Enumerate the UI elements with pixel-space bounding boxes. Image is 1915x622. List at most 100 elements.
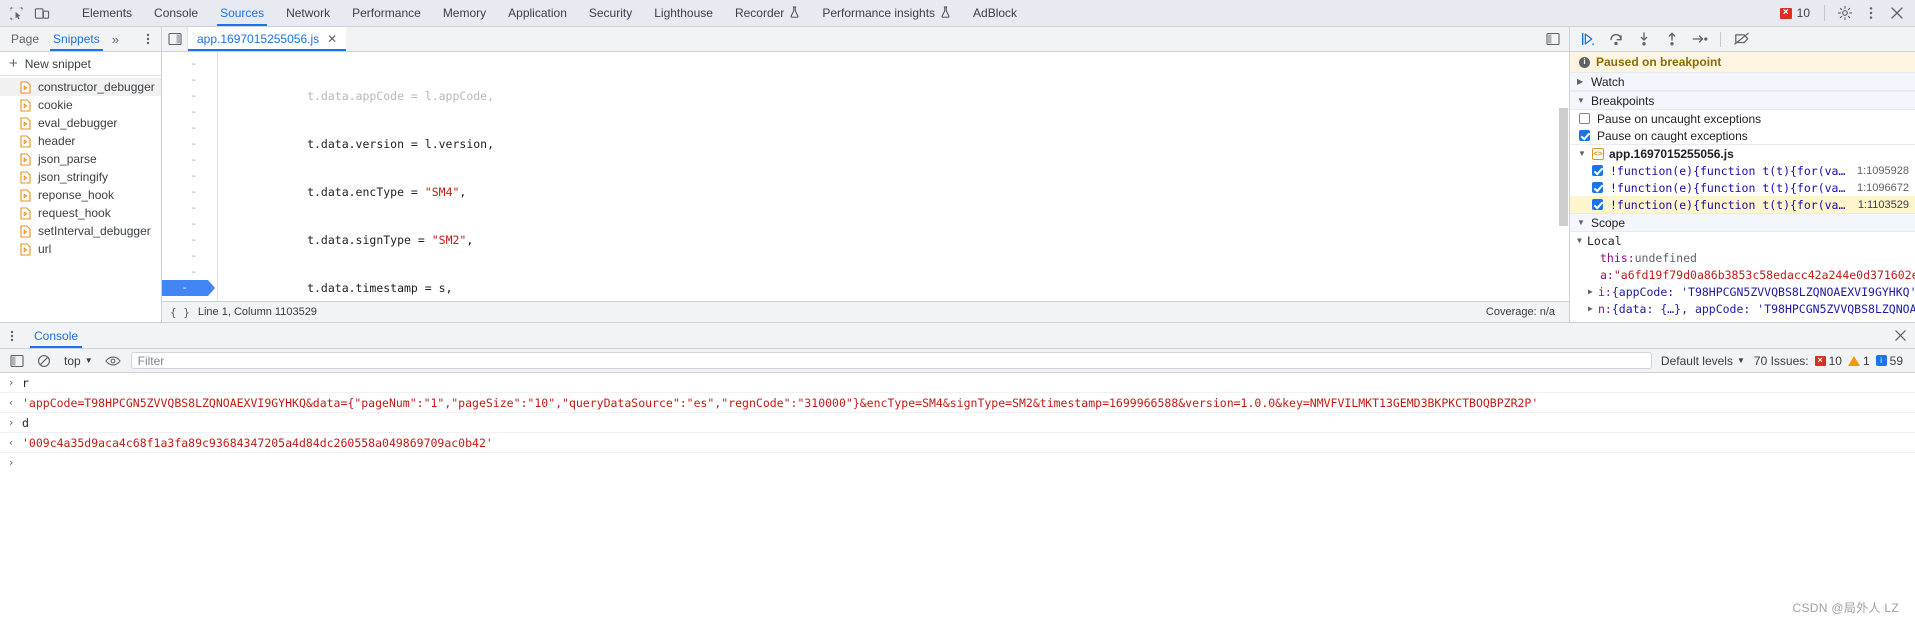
- console-messages[interactable]: › r ‹ 'appCode=T98HPCGN5ZVVQBS8LZQNOAEXV…: [0, 373, 1915, 622]
- coverage-status[interactable]: Coverage: n/a: [1486, 306, 1561, 318]
- console-prompt-row[interactable]: ›: [0, 453, 1915, 473]
- list-item[interactable]: setInterval_debugger: [0, 222, 161, 240]
- tab-recorder[interactable]: Recorder: [724, 0, 811, 26]
- code-content[interactable]: t.data.appCode = l.appCode, t.data.versi…: [218, 52, 1569, 301]
- scope-local-header[interactable]: ▼ Local: [1570, 232, 1915, 249]
- list-item[interactable]: cookie: [0, 96, 161, 114]
- list-item[interactable]: request_hook: [0, 204, 161, 222]
- gutter-line[interactable]: -: [162, 136, 217, 152]
- gutter-line[interactable]: -: [162, 184, 217, 200]
- breakpoint-marker[interactable]: -: [162, 280, 215, 296]
- kebab-icon[interactable]: [1859, 1, 1883, 25]
- gutter-line[interactable]: -: [162, 200, 217, 216]
- gutter-line[interactable]: -: [162, 88, 217, 104]
- tab-adblock[interactable]: AdBlock: [962, 0, 1028, 26]
- watch-section-header[interactable]: ▶ Watch: [1570, 72, 1915, 91]
- tab-elements[interactable]: Elements: [71, 0, 143, 26]
- list-item[interactable]: url: [0, 240, 161, 258]
- breakpoints-section-header[interactable]: ▼ Breakpoints: [1570, 91, 1915, 110]
- breakpoint-file-group[interactable]: ▼ <> app.1697015255056.js: [1570, 144, 1915, 162]
- gutter-line[interactable]: -: [162, 120, 217, 136]
- gutter-line[interactable]: -: [162, 72, 217, 88]
- console-context-selector[interactable]: top ▼: [62, 354, 95, 368]
- list-item[interactable]: json_stringify: [0, 168, 161, 186]
- tab-security[interactable]: Security: [578, 0, 643, 26]
- eye-icon[interactable]: [104, 352, 122, 370]
- list-item[interactable]: json_parse: [0, 150, 161, 168]
- tab-application[interactable]: Application: [497, 0, 578, 26]
- console-entry-output[interactable]: ‹ '009c4a35d9aca4c68f1a3fa89c93684347205…: [0, 433, 1915, 453]
- gutter-line[interactable]: -: [162, 56, 217, 72]
- code-editor[interactable]: - - - - - - - - - - - - - - - t.data.app…: [162, 52, 1569, 301]
- close-icon[interactable]: [1885, 1, 1909, 25]
- tab-performance-insights[interactable]: Performance insights: [811, 0, 962, 26]
- breakpoint-row-active[interactable]: !function(e){function t(t){for(var n,i,o…: [1570, 196, 1915, 213]
- filter-input[interactable]: [130, 352, 1652, 369]
- breakpoint-row[interactable]: !function(e){function t(t){for(var n,i,o…: [1570, 162, 1915, 179]
- checkbox[interactable]: [1592, 182, 1603, 193]
- gutter-line[interactable]: -: [162, 264, 217, 280]
- console-entry-input[interactable]: › r: [0, 373, 1915, 393]
- checkbox[interactable]: [1592, 165, 1603, 176]
- scope-row[interactable]: ▶ n: {data: {…}, appCode: 'T98HPCGN5ZVVQ…: [1570, 300, 1915, 317]
- tab-performance[interactable]: Performance: [341, 0, 432, 26]
- chevron-right-icon[interactable]: ▶: [1588, 287, 1598, 296]
- tab-network[interactable]: Network: [275, 0, 341, 26]
- list-item[interactable]: reponse_hook: [0, 186, 161, 204]
- editor-scrollbar-thumb[interactable]: [1559, 108, 1568, 226]
- drawer-kebab-icon[interactable]: [0, 323, 24, 348]
- pause-on-uncaught-exceptions-row[interactable]: Pause on uncaught exceptions: [1570, 110, 1915, 127]
- issues-summary[interactable]: 70 Issues: 10 1 i 59: [1754, 354, 1907, 368]
- navigator-kebab-icon[interactable]: [135, 27, 161, 51]
- code-line[interactable]: t.data.appCode = l.appCode,: [218, 88, 1569, 104]
- editor-scrollbar[interactable]: [1558, 52, 1569, 301]
- log-levels-selector[interactable]: Default levels ▼: [1661, 354, 1745, 368]
- show-debugger-sidebar-icon[interactable]: [1543, 29, 1563, 49]
- navigator-tab-page[interactable]: Page: [4, 27, 46, 51]
- step-icon[interactable]: [1690, 30, 1709, 49]
- gutter-line[interactable]: -: [162, 104, 217, 120]
- gutter-line-breakpoint[interactable]: -: [162, 280, 217, 296]
- code-line[interactable]: t.data.version = l.version,: [218, 136, 1569, 152]
- chevron-right-icon[interactable]: ▶: [1588, 304, 1598, 313]
- gear-icon[interactable]: [1833, 1, 1857, 25]
- gutter-line[interactable]: -: [162, 248, 217, 264]
- checkbox[interactable]: [1592, 199, 1603, 210]
- gutter-line[interactable]: -: [162, 168, 217, 184]
- tab-memory[interactable]: Memory: [432, 0, 497, 26]
- navigator-tab-snippets[interactable]: Snippets: [46, 27, 107, 51]
- close-icon[interactable]: [1885, 323, 1915, 348]
- drawer-tab-console[interactable]: Console: [24, 323, 88, 348]
- error-count-badge[interactable]: 10: [1774, 6, 1816, 20]
- step-into-next-function-call-icon[interactable]: [1634, 30, 1653, 49]
- scope-row[interactable]: ▶ i: {appCode: 'T98HPCGN5ZVVQBS8LZQNOAEX…: [1570, 283, 1915, 300]
- editor-gutter[interactable]: - - - - - - - - - - - - - - -: [162, 52, 218, 301]
- console-sidebar-icon[interactable]: [8, 352, 26, 370]
- new-snippet-button[interactable]: + New snippet: [0, 52, 161, 76]
- resume-script-execution-icon[interactable]: [1578, 30, 1597, 49]
- gutter-line[interactable]: -: [162, 152, 217, 168]
- tab-lighthouse[interactable]: Lighthouse: [643, 0, 724, 26]
- code-line[interactable]: t.data.encType = "SM4",: [218, 184, 1569, 200]
- list-item[interactable]: header: [0, 132, 161, 150]
- list-item[interactable]: eval_debugger: [0, 114, 161, 132]
- deactivate-breakpoints-icon[interactable]: [1732, 30, 1751, 49]
- step-over-next-function-call-icon[interactable]: [1606, 30, 1625, 49]
- tab-sources[interactable]: Sources: [209, 0, 275, 26]
- close-icon[interactable]: ✕: [327, 33, 337, 45]
- scope-section-header[interactable]: ▼ Scope: [1570, 213, 1915, 232]
- code-line[interactable]: t.data.signType = "SM2",: [218, 232, 1569, 248]
- clear-console-icon[interactable]: [35, 352, 53, 370]
- gutter-line[interactable]: -: [162, 216, 217, 232]
- step-out-of-current-function-icon[interactable]: [1662, 30, 1681, 49]
- editor-tab-file[interactable]: app.1697015255056.js ✕: [188, 27, 347, 51]
- gutter-line[interactable]: -: [162, 232, 217, 248]
- pretty-print-icon[interactable]: { }: [170, 306, 190, 319]
- pause-on-caught-exceptions-row[interactable]: Pause on caught exceptions: [1570, 127, 1915, 144]
- console-entry-output[interactable]: ‹ 'appCode=T98HPCGN5ZVVQBS8LZQNOAEXVI9GY…: [0, 393, 1915, 413]
- show-navigator-icon[interactable]: [162, 27, 188, 51]
- checkbox[interactable]: [1579, 130, 1590, 141]
- console-entry-input[interactable]: › d: [0, 413, 1915, 433]
- scope-row[interactable]: this: undefined: [1570, 249, 1915, 266]
- gutter-line[interactable]: -: [162, 296, 217, 301]
